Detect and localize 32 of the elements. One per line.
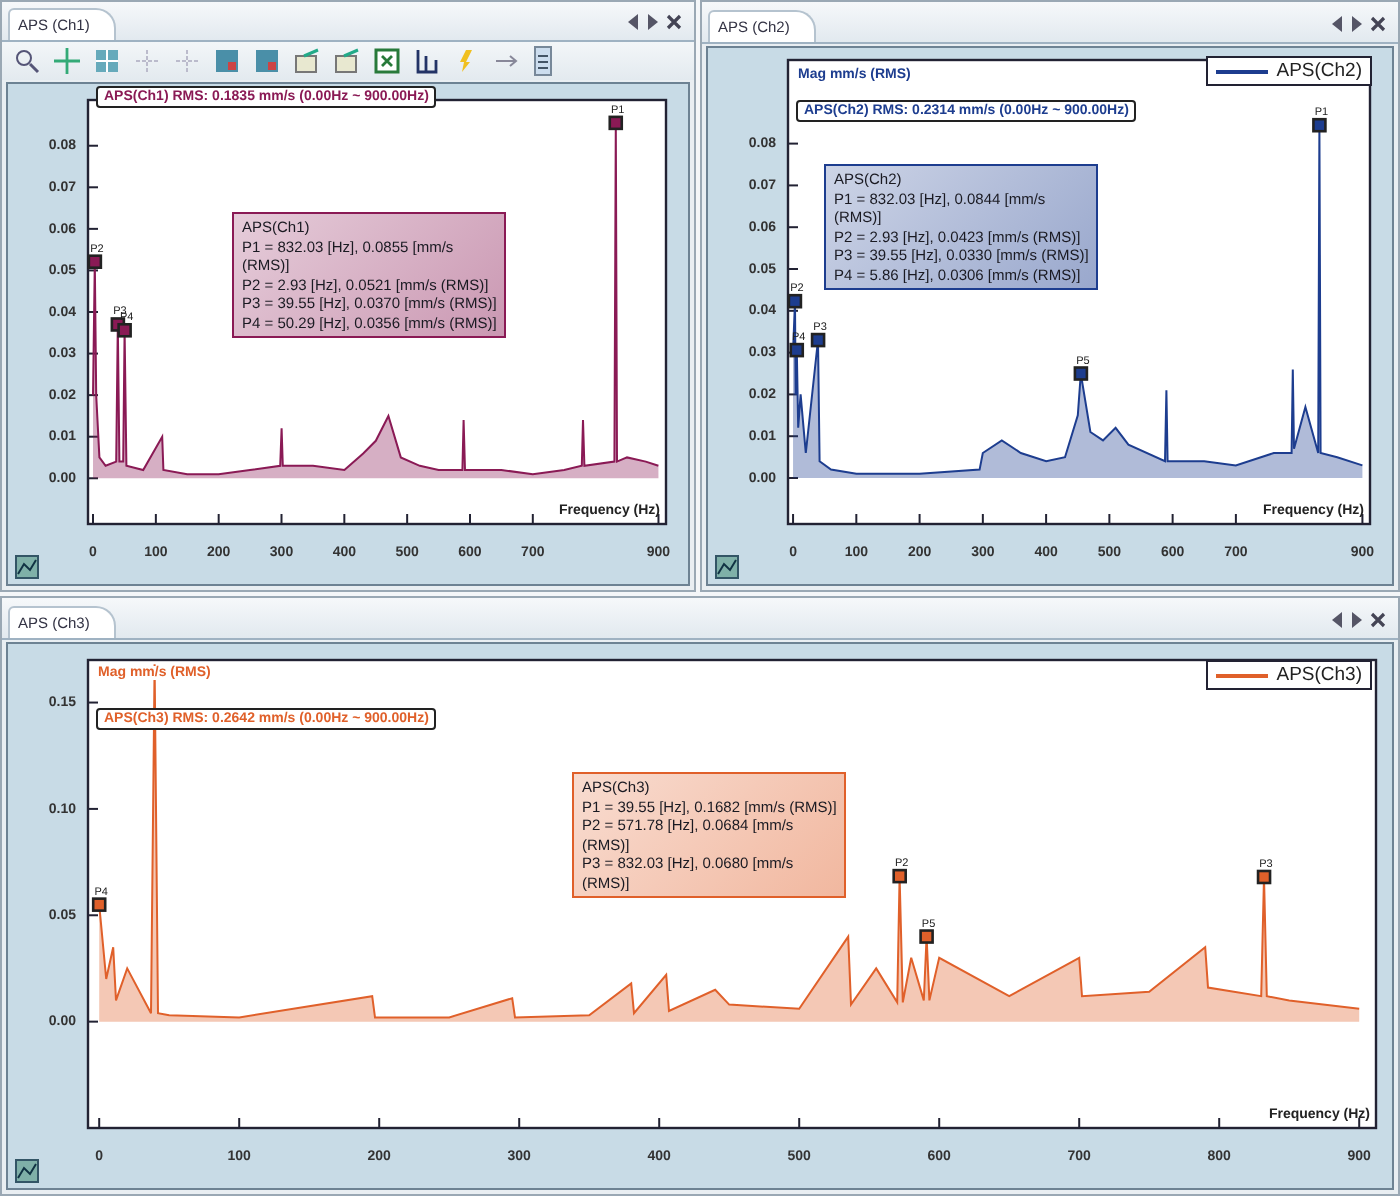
peak-marker[interactable] — [810, 332, 826, 348]
legend-line-icon — [1216, 65, 1269, 77]
export-icon[interactable] — [334, 48, 360, 75]
right-arrow-icon[interactable] — [1350, 16, 1364, 32]
legend-label: APS(Ch2) — [1276, 60, 1362, 82]
bar-chart-icon[interactable] — [214, 48, 240, 75]
close-icon[interactable] — [1370, 16, 1386, 32]
peak-marker[interactable] — [608, 115, 624, 131]
close-icon[interactable] — [1370, 612, 1386, 628]
peak-marker[interactable] — [1312, 117, 1327, 133]
peak-icon[interactable] — [414, 48, 440, 75]
peak-marker[interactable] — [87, 254, 103, 269]
right-arrow-icon[interactable] — [1350, 612, 1364, 628]
chart-icon[interactable] — [15, 555, 39, 579]
grid-icon[interactable] — [94, 48, 120, 75]
move-icon[interactable] — [54, 48, 80, 75]
peak-marker[interactable] — [1073, 366, 1089, 381]
left-arrow-icon[interactable] — [1330, 612, 1344, 628]
zoom-icon[interactable] — [14, 48, 40, 75]
close-icon[interactable] — [666, 14, 682, 31]
peak-marker[interactable] — [117, 323, 132, 338]
bar-chart-icon[interactable] — [254, 48, 280, 75]
chart-icon[interactable] — [715, 555, 739, 579]
scroll-icon[interactable] — [534, 46, 552, 77]
peak-marker[interactable] — [789, 342, 805, 358]
export-icon[interactable] — [294, 48, 320, 75]
chart-icon[interactable] — [15, 1159, 39, 1183]
spreadsheet-icon[interactable] — [374, 48, 400, 75]
left-arrow-icon[interactable] — [626, 14, 640, 31]
peak-marker[interactable] — [787, 293, 803, 309]
right-arrow-icon[interactable] — [646, 14, 660, 31]
left-arrow-icon[interactable] — [1330, 16, 1344, 32]
